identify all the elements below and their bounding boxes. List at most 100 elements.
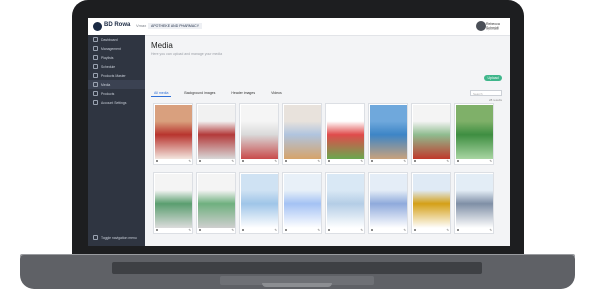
media-card[interactable]: ✎ [368, 172, 408, 234]
media-card-actions: ✎ [155, 158, 192, 163]
media-card[interactable]: ✎ [239, 103, 279, 165]
upload-button[interactable]: Upload [484, 75, 502, 81]
media-card-actions: ✎ [241, 158, 278, 163]
media-thumbnail [370, 105, 407, 159]
media-card[interactable]: ✎ [454, 172, 494, 234]
media-type-icon [156, 228, 158, 231]
laptop-notch [262, 283, 332, 287]
settings-icon [93, 100, 98, 105]
media-card-actions: ✎ [327, 158, 364, 163]
edit-icon[interactable]: ✎ [489, 159, 492, 163]
sidebar-item-media[interactable]: Media [88, 80, 145, 89]
edit-icon[interactable]: ✎ [360, 228, 363, 232]
sidebar-item-label: Schedule [101, 64, 116, 69]
media-card-actions: ✎ [198, 227, 235, 232]
media-thumbnail [198, 105, 235, 159]
media-card[interactable]: ✎ [196, 103, 236, 165]
media-card[interactable]: ✎ [325, 103, 365, 165]
edit-icon[interactable]: ✎ [446, 159, 449, 163]
edit-icon[interactable]: ✎ [403, 228, 406, 232]
edit-icon[interactable]: ✎ [274, 159, 277, 163]
media-card[interactable]: ✎ [196, 172, 236, 234]
media-card[interactable]: ✎ [454, 103, 494, 165]
media-card-actions: ✎ [155, 227, 192, 232]
edit-icon[interactable]: ✎ [446, 228, 449, 232]
edit-icon[interactable]: ✎ [188, 228, 191, 232]
sidebar-item-products[interactable]: Products [88, 89, 145, 98]
media-card[interactable]: ✎ [282, 103, 322, 165]
menu-icon [93, 235, 98, 240]
edit-icon[interactable]: ✎ [231, 228, 234, 232]
media-card[interactable]: ✎ [153, 172, 193, 234]
tab-header-images[interactable]: Header images [228, 90, 258, 97]
media-thumbnail [413, 174, 450, 228]
media-type-icon [199, 228, 201, 231]
calendar-icon [93, 64, 98, 69]
media-card-actions: ✎ [413, 227, 450, 232]
media-thumbnail [155, 105, 192, 159]
media-type-icon [242, 228, 244, 231]
media-card-actions: ✎ [284, 158, 321, 163]
box-icon [93, 91, 98, 96]
edit-icon[interactable]: ✎ [274, 228, 277, 232]
app-screen: BD Rowa Vmax APOTHEKE AND PHARMACY Rebec… [88, 18, 510, 246]
main-content: Media Here you can upload and manage you… [145, 35, 510, 246]
sidebar-item-playlists[interactable]: Playlists [88, 53, 145, 62]
media-type-icon [156, 159, 158, 162]
sidebar-item-label: Products Master [101, 73, 126, 78]
sidebar-item-label: Management [101, 46, 121, 51]
edit-icon[interactable]: ✎ [317, 159, 320, 163]
media-card[interactable]: ✎ [411, 103, 451, 165]
tab-background-images[interactable]: Background images [181, 90, 218, 97]
sidebar-item-schedule[interactable]: Schedule [88, 62, 145, 71]
media-type-icon [457, 228, 459, 231]
media-card[interactable]: ✎ [325, 172, 365, 234]
toggle-navigation[interactable]: Toggle navigation menu [93, 235, 137, 240]
media-card[interactable]: ✎ [282, 172, 322, 234]
media-card[interactable]: ✎ [153, 103, 193, 165]
tab-videos[interactable]: Videos [268, 90, 285, 97]
media-card[interactable]: ✎ [239, 172, 279, 234]
tab-all-media[interactable]: All media [151, 90, 172, 97]
sidebar-item-label: Playlists [101, 55, 114, 60]
sidebar-item-dashboard[interactable]: Dashboard [88, 35, 145, 44]
brand-name: BD Rowa [104, 22, 131, 28]
edit-icon[interactable]: ✎ [360, 159, 363, 163]
media-thumbnail [327, 105, 364, 159]
edit-icon[interactable]: ✎ [489, 228, 492, 232]
user-avatar[interactable] [476, 21, 486, 31]
sidebar-item-management[interactable]: Management [88, 44, 145, 53]
media-card-actions: ✎ [456, 158, 493, 163]
media-tabs: All media Background images Header image… [151, 90, 285, 97]
edit-icon[interactable]: ✎ [317, 228, 320, 232]
media-type-icon [371, 228, 373, 231]
top-nav-label[interactable]: APOTHEKE AND PHARMACY [148, 23, 203, 29]
search-input[interactable]: Search [470, 90, 502, 96]
brand-logo-icon [93, 22, 102, 31]
page-title: Media [151, 41, 173, 50]
edit-icon[interactable]: ✎ [403, 159, 406, 163]
media-card-actions: ✎ [370, 158, 407, 163]
media-thumbnail [284, 105, 321, 159]
sidebar-item-account-settings[interactable]: Account Settings [88, 98, 145, 107]
media-type-icon [242, 159, 244, 162]
media-type-icon [328, 228, 330, 231]
media-grid: ✎ ✎ ✎ ✎ ✎ ✎ ✎ ✎ ✎ ✎ ✎ ✎ ✎ ✎ ✎ ✎ [153, 103, 494, 234]
media-type-icon [328, 159, 330, 162]
edit-icon[interactable]: ✎ [231, 159, 234, 163]
media-thumbnail [413, 105, 450, 159]
media-card[interactable]: ✎ [368, 103, 408, 165]
media-card-actions: ✎ [370, 227, 407, 232]
brand-sub: Vmax [136, 23, 147, 28]
sidebar-item-label: Products [101, 91, 115, 96]
edit-icon[interactable]: ✎ [188, 159, 191, 163]
media-card[interactable]: ✎ [411, 172, 451, 234]
sidebar: Dashboard Management Playlists Schedule … [88, 35, 145, 246]
media-card-actions: ✎ [284, 227, 321, 232]
page-subtitle: Here you can upload and manage your medi… [151, 52, 223, 56]
media-thumbnail [155, 174, 192, 228]
playlist-icon [93, 55, 98, 60]
products-icon [93, 73, 98, 78]
media-card-actions: ✎ [198, 158, 235, 163]
sidebar-item-products-master[interactable]: Products Master [88, 71, 145, 80]
